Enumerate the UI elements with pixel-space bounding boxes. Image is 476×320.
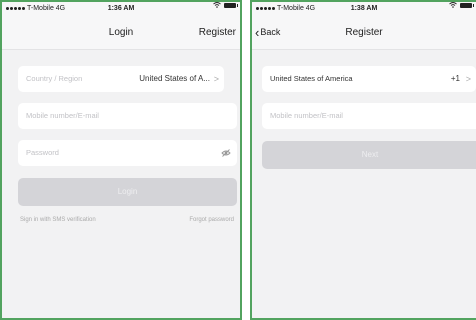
- status-time: 1:36 AM: [107, 5, 135, 12]
- password-placeholder: Password: [26, 148, 59, 157]
- battery-icon: [460, 2, 474, 8]
- next-button[interactable]: Next: [262, 141, 476, 169]
- chevron-right-icon: >: [213, 74, 219, 84]
- page-title: Register: [345, 27, 383, 38]
- nav-bar: Login Register: [2, 15, 240, 50]
- country-region-selector[interactable]: Country / Region United States of A... >: [18, 66, 224, 92]
- battery-icon: [224, 2, 238, 8]
- account-placeholder: Mobile number/E-mail: [26, 111, 99, 120]
- nav-bar: ‹ Back Register: [252, 15, 476, 50]
- country-code: +1: [450, 74, 460, 83]
- status-bar: T-Mobile 4G 1:36 AM: [2, 2, 240, 15]
- country-region-value: United States of America: [270, 74, 353, 83]
- wifi-icon: [449, 2, 457, 8]
- status-right: [449, 2, 474, 8]
- account-input[interactable]: Mobile number/E-mail: [262, 103, 476, 129]
- sms-login-link[interactable]: Sign in with SMS verification: [20, 217, 96, 223]
- forgot-password-link[interactable]: Forgot password: [189, 217, 234, 223]
- status-time: 1:38 AM: [350, 5, 378, 12]
- country-region-selector[interactable]: United States of America +1 >: [262, 66, 476, 92]
- account-placeholder: Mobile number/E-mail: [270, 111, 343, 120]
- status-bar: T-Mobile 4G 1:38 AM: [252, 2, 476, 15]
- login-button[interactable]: Login: [18, 178, 237, 206]
- country-region-label: Country / Region: [26, 74, 83, 83]
- register-link[interactable]: Register: [199, 15, 236, 50]
- wifi-icon: [213, 2, 221, 8]
- account-input[interactable]: Mobile number/E-mail: [18, 103, 237, 129]
- status-right: [213, 2, 238, 8]
- chevron-right-icon: >: [465, 74, 471, 84]
- eye-slash-icon[interactable]: [221, 148, 231, 158]
- password-input[interactable]: Password: [18, 140, 237, 166]
- country-region-value: United States of A...: [139, 74, 210, 83]
- register-screen: T-Mobile 4G 1:38 AM ‹ Back Register Unit…: [250, 0, 476, 320]
- login-screen: T-Mobile 4G 1:36 AM Login Register Count…: [0, 0, 242, 320]
